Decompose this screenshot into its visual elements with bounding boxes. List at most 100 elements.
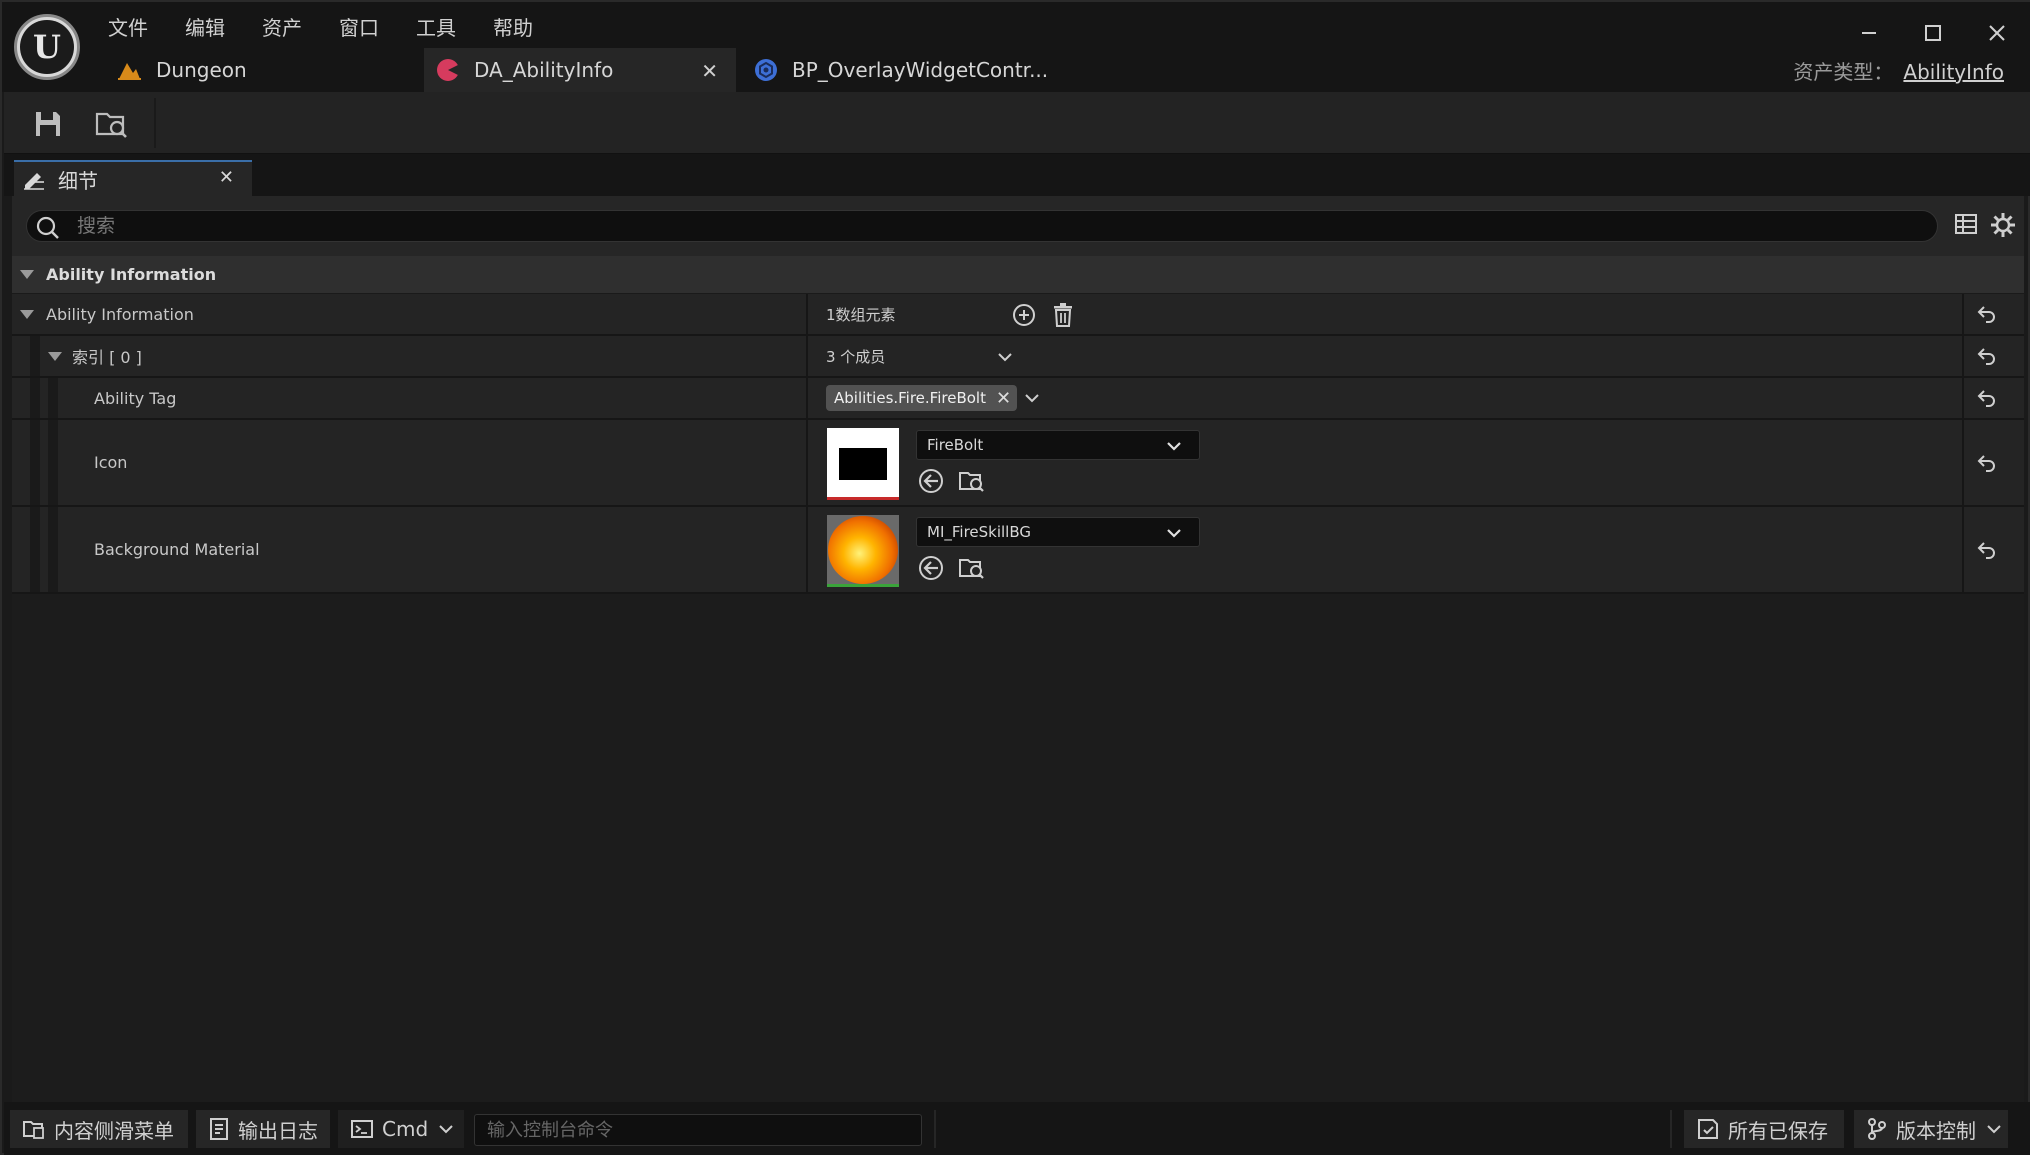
toolbar-separator xyxy=(154,98,156,148)
search-icon xyxy=(35,215,61,245)
gameplay-tag-chip[interactable]: Abilities.Fire.FireBolt ✕ xyxy=(826,385,1018,411)
console-command-field xyxy=(474,1114,922,1146)
details-panel: Ability Information Ability Information … xyxy=(12,196,2024,1102)
output-log-icon xyxy=(208,1117,230,1141)
blueprint-icon xyxy=(754,58,778,82)
close-window-icon[interactable] xyxy=(1980,16,2014,50)
property-row-ability-information: Ability Information 1数组元素 xyxy=(12,294,2024,336)
save-check-icon xyxy=(1696,1117,1720,1141)
close-icon[interactable]: ✕ xyxy=(219,167,234,188)
branch-icon xyxy=(1866,1117,1888,1141)
asset-type-indicator: 资产类型： AbilityInfo xyxy=(1793,56,2004,85)
minimize-icon[interactable] xyxy=(1852,16,1886,50)
reset-to-default-icon[interactable] xyxy=(1976,303,2000,325)
chevron-down-icon[interactable] xyxy=(1023,389,1041,407)
tab-label: Dungeon xyxy=(156,58,247,82)
icon-asset-picker[interactable]: FireBolt xyxy=(916,430,1200,460)
reset-to-default-icon[interactable] xyxy=(1976,539,2000,561)
table-view-icon[interactable] xyxy=(1954,212,1978,240)
window-controls xyxy=(1852,16,2014,50)
use-selected-asset-icon[interactable] xyxy=(918,468,944,494)
data-asset-icon xyxy=(436,58,460,82)
close-icon[interactable]: ✕ xyxy=(701,59,718,83)
level-icon xyxy=(116,59,142,81)
chevron-down-icon xyxy=(438,1121,454,1137)
tag-label: Abilities.Fire.FireBolt xyxy=(834,389,986,407)
property-row-icon: Icon FireBolt xyxy=(12,420,2024,507)
content-drawer-button[interactable]: 内容侧滑菜单 xyxy=(10,1110,188,1148)
content-drawer-icon xyxy=(22,1118,46,1140)
reset-to-default-icon[interactable] xyxy=(1976,452,2000,474)
gear-icon[interactable] xyxy=(1990,212,2016,242)
menu-window[interactable]: 窗口 xyxy=(339,10,398,43)
property-row-ability-tag: Ability Tag Abilities.Fire.FireBolt ✕ xyxy=(12,378,2024,420)
browse-to-asset-icon[interactable] xyxy=(958,468,984,494)
tab-details[interactable]: 细节 ✕ xyxy=(14,160,252,196)
browse-to-asset-icon[interactable] xyxy=(958,555,984,581)
search-box xyxy=(26,210,1938,242)
array-count: 1数组元素 xyxy=(826,305,896,324)
property-name: Ability Tag xyxy=(94,388,177,408)
source-control-button[interactable]: 版本控制 xyxy=(1854,1110,2008,1148)
status-bar: 内容侧滑菜单 输出日志 Cmd 所有已保存 xyxy=(4,1102,2030,1155)
menu-asset[interactable]: 资产 xyxy=(262,10,321,43)
asset-name: MI_FireSkillBG xyxy=(927,523,1031,541)
title-bar: U 文件 编辑 资产 窗口 工具 帮助 Dungeon DA_AbilityIn… xyxy=(2,2,2030,92)
details-tab-label: 细节 xyxy=(58,168,98,193)
status-separator xyxy=(934,1110,936,1148)
search-input[interactable] xyxy=(77,213,1877,239)
reset-to-default-icon[interactable] xyxy=(1976,345,2000,367)
trash-icon[interactable] xyxy=(1052,302,1074,332)
reset-to-default-icon[interactable] xyxy=(1976,387,2000,409)
property-name: 索引 [ 0 ] xyxy=(72,348,142,367)
menu-tools[interactable]: 工具 xyxy=(416,10,475,43)
tab-bp-overlaywidgetcontroller[interactable]: BP_OverlayWidgetContr... xyxy=(736,48,1048,92)
asset-type-label: 资产类型： xyxy=(1793,60,1894,84)
menu-file[interactable]: 文件 xyxy=(108,10,167,43)
chevron-down-icon xyxy=(1165,437,1183,459)
menu-bar: 文件 编辑 资产 窗口 工具 帮助 xyxy=(108,10,570,43)
property-name: Background Material xyxy=(94,540,260,559)
chevron-down-icon xyxy=(1165,524,1183,546)
collapse-arrow-icon[interactable] xyxy=(48,351,62,361)
panel-tab-bar: 细节 ✕ xyxy=(4,154,2030,196)
browse-folder-icon[interactable] xyxy=(92,104,132,144)
save-icon[interactable] xyxy=(28,104,68,144)
output-log-label: 输出日志 xyxy=(238,1118,318,1143)
add-element-icon[interactable] xyxy=(1012,303,1036,331)
use-selected-asset-icon[interactable] xyxy=(918,555,944,581)
menu-edit[interactable]: 编辑 xyxy=(185,10,244,43)
editor-window: U 文件 编辑 资产 窗口 工具 帮助 Dungeon DA_AbilityIn… xyxy=(0,0,2030,1155)
property-name: Ability Information xyxy=(46,304,194,324)
content-drawer-label: 内容侧滑菜单 xyxy=(54,1118,174,1143)
member-count: 3 个成员 xyxy=(826,347,886,366)
cmd-selector[interactable]: Cmd xyxy=(338,1110,464,1148)
maximize-icon[interactable] xyxy=(1916,16,1950,50)
icon-thumbnail[interactable] xyxy=(827,428,899,500)
chevron-down-icon[interactable] xyxy=(996,348,1014,370)
all-saved-label: 所有已保存 xyxy=(1728,1118,1828,1143)
menu-help[interactable]: 帮助 xyxy=(493,10,552,43)
fire-sphere-preview xyxy=(828,516,898,584)
console-command-input[interactable] xyxy=(475,1115,921,1145)
asset-type-link[interactable]: AbilityInfo xyxy=(1903,60,2004,84)
remove-tag-icon[interactable]: ✕ xyxy=(996,388,1011,409)
material-thumbnail[interactable] xyxy=(827,515,899,587)
collapse-arrow-icon[interactable] xyxy=(20,309,34,319)
category-ability-information[interactable]: Ability Information xyxy=(12,256,2024,294)
output-log-button[interactable]: 输出日志 xyxy=(196,1110,330,1148)
material-asset-picker[interactable]: MI_FireSkillBG xyxy=(916,517,1200,547)
property-row-background-material: Background Material MI_FireSkillBG xyxy=(12,507,2024,594)
collapse-arrow-icon[interactable] xyxy=(20,270,34,279)
tab-label: BP_OverlayWidgetContr... xyxy=(792,58,1049,82)
cmd-label: Cmd xyxy=(382,1117,429,1141)
unreal-logo-icon[interactable]: U xyxy=(14,14,80,80)
tab-da-abilityinfo[interactable]: DA_AbilityInfo ✕ xyxy=(424,48,736,92)
tab-label: DA_AbilityInfo xyxy=(474,58,614,82)
source-control-label: 版本控制 xyxy=(1896,1118,1976,1143)
terminal-icon xyxy=(350,1119,374,1139)
details-pencil-icon xyxy=(22,168,46,190)
all-saved-button[interactable]: 所有已保存 xyxy=(1684,1110,1844,1148)
category-label: Ability Information xyxy=(46,265,217,284)
tab-dungeon[interactable]: Dungeon xyxy=(108,48,424,92)
